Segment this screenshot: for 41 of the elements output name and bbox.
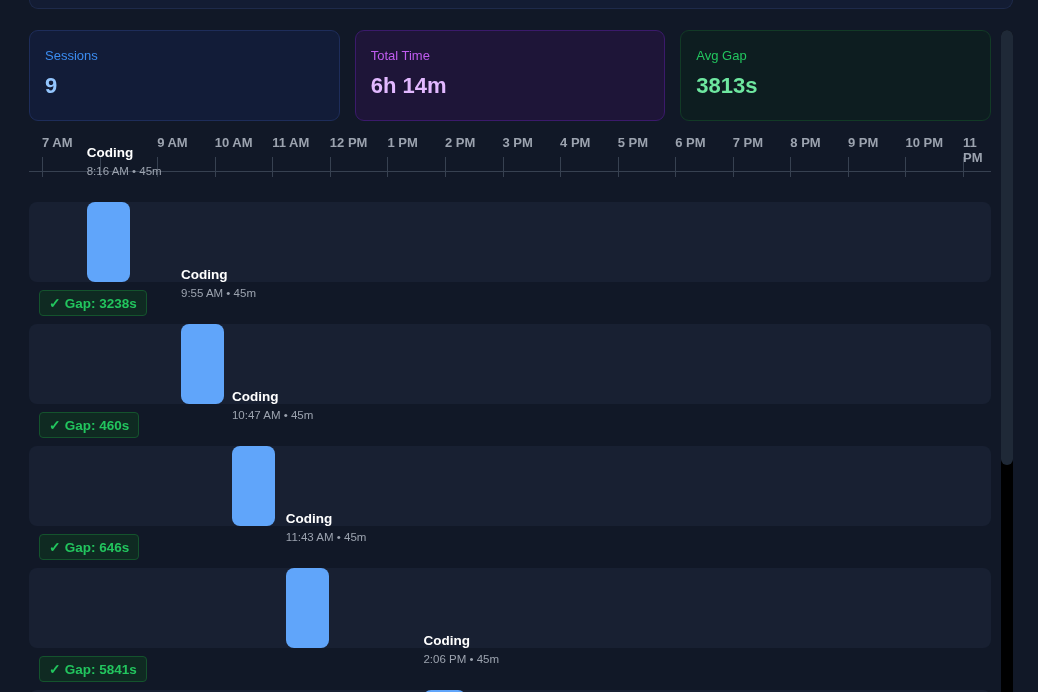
session-bar[interactable] <box>231 446 275 526</box>
hour-label: 9 PM <box>847 135 879 150</box>
session-title: Coding <box>231 389 280 404</box>
hour-label: 11 PM <box>963 135 984 165</box>
hour-label: 2 PM <box>444 135 476 150</box>
hour-label: 4 PM <box>560 135 591 150</box>
scrollbar-thumb[interactable] <box>1001 30 1013 465</box>
hour-label: 11 AM <box>272 135 310 150</box>
stat-label: Total Time <box>370 48 431 63</box>
scrollbar[interactable] <box>1001 30 1013 692</box>
session-title: Coding <box>181 267 229 282</box>
session-time: 9:55 AM • 45m <box>181 287 256 299</box>
session-bar[interactable] <box>86 202 130 282</box>
session-time: 10:47 AM • 45m <box>231 409 314 421</box>
stat-value: 6h 14m <box>370 73 448 99</box>
session-time: 11:43 AM • 45m <box>285 531 367 543</box>
hour-label: 7 PM <box>732 135 764 150</box>
hour-label: 7 AM <box>42 135 73 150</box>
gap-badge: ✓ Gap: 646s <box>39 534 140 560</box>
session-title: Coding <box>423 633 471 648</box>
session-title: Coding <box>86 145 135 160</box>
stat-value: 9 <box>45 73 59 99</box>
hour-label: 6 PM <box>675 135 706 150</box>
hour-label: 1 PM <box>387 135 418 150</box>
gap-badge: ✓ Gap: 5841s <box>39 656 147 682</box>
hour-label: 8 PM <box>790 135 821 150</box>
session-time: 2:06 PM • 45m <box>423 653 500 665</box>
gap-badge: ✓ Gap: 460s <box>39 412 140 438</box>
hour-label: 3 PM <box>502 135 533 150</box>
session-title: Coding <box>285 511 334 526</box>
stat-value: 3813s <box>696 73 759 99</box>
stat-label: Avg Gap <box>696 48 748 63</box>
stat-label: Sessions <box>45 48 99 63</box>
hour-label: 5 PM <box>617 135 648 150</box>
hour-label: 12 PM <box>329 135 368 150</box>
gap-badge: ✓ Gap: 3238s <box>39 290 147 316</box>
session-time: 8:16 AM • 45m <box>86 165 162 177</box>
hour-label: 9 AM <box>157 135 188 150</box>
session-bar[interactable] <box>285 568 329 648</box>
hour-label: 10 AM <box>214 135 253 150</box>
hour-label: 10 PM <box>905 135 943 150</box>
